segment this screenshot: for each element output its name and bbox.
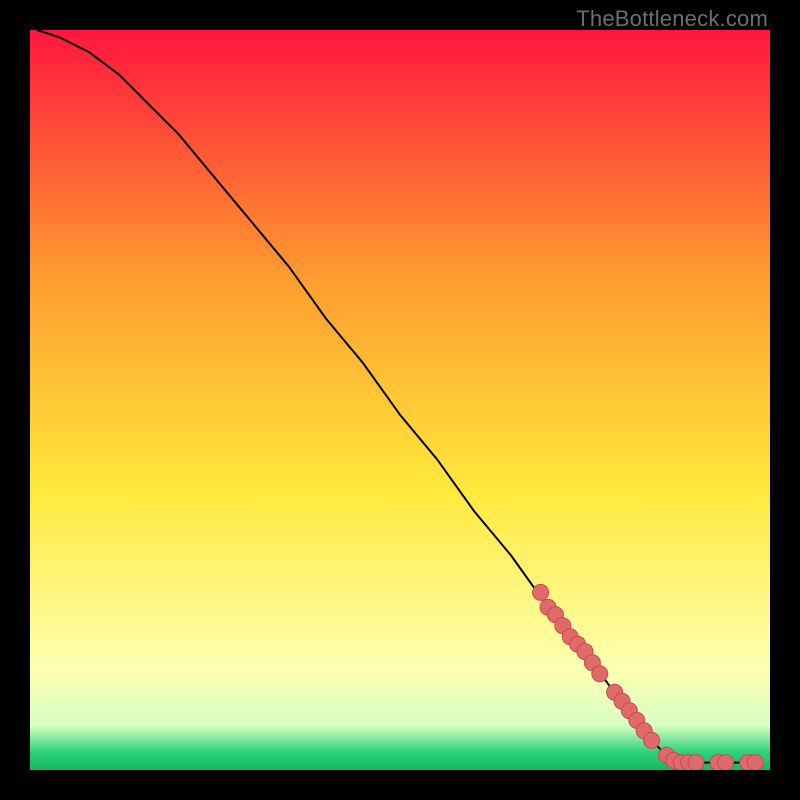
chart-svg — [30, 30, 770, 770]
plot-area — [30, 30, 770, 770]
data-marker — [533, 584, 549, 600]
data-marker — [718, 755, 734, 770]
data-marker — [688, 755, 704, 770]
data-marker — [747, 755, 763, 770]
data-marker — [644, 732, 660, 748]
gradient-rect — [30, 30, 770, 770]
attribution-text: TheBottleneck.com — [576, 6, 768, 32]
chart-frame: TheBottleneck.com — [0, 0, 800, 800]
data-marker — [592, 666, 608, 682]
